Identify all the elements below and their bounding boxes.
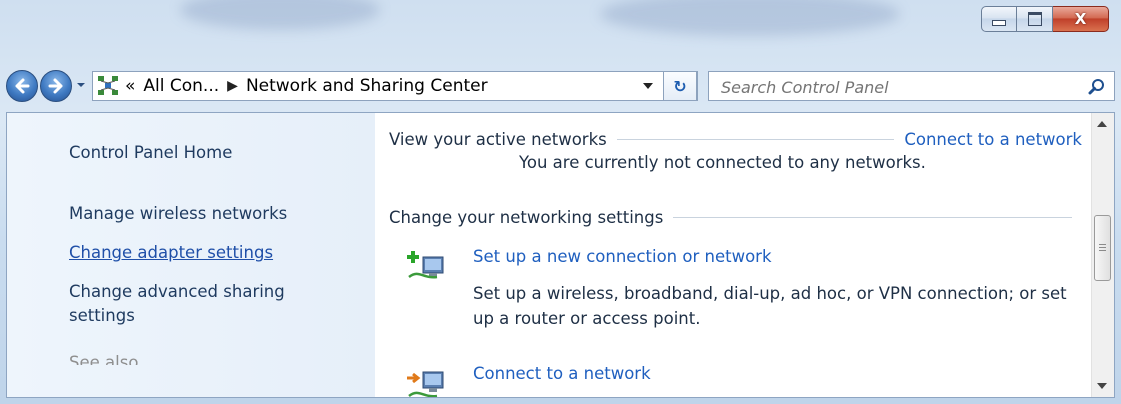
main-panel: View your active networks Connect to a n… [375, 113, 1092, 397]
breadcrumb-network-sharing-center[interactable]: Network and Sharing Center [246, 76, 488, 96]
new-connection-icon [407, 251, 444, 279]
breadcrumb-all-control-panel[interactable]: All Con... [143, 76, 219, 96]
caption-buttons: X [981, 6, 1109, 32]
networking-settings-header: Change your networking settings [389, 205, 1082, 229]
vertical-scrollbar[interactable] [1091, 113, 1114, 397]
back-button[interactable] [6, 70, 38, 102]
network-center-icon [98, 76, 118, 95]
manage-wireless-networks-link[interactable]: Manage wireless networks [69, 202, 287, 226]
address-overflow[interactable]: « [125, 76, 135, 96]
content-pane: Control Panel Home Manage wireless netwo… [6, 112, 1115, 398]
scroll-down-icon[interactable] [1097, 383, 1107, 389]
search-input[interactable] [719, 76, 1023, 98]
grip-line [1099, 247, 1106, 248]
scroll-thumb[interactable] [1094, 215, 1111, 281]
connect-network-icon [407, 371, 444, 397]
active-networks-heading: View your active networks [389, 129, 607, 149]
connect-to-network-link[interactable]: Connect to a network [904, 130, 1082, 149]
minimize-icon [992, 20, 1006, 26]
refresh-icon: ↻ [673, 76, 687, 96]
grip-line [1099, 244, 1106, 245]
close-icon: X [1074, 10, 1087, 28]
minimize-button[interactable] [981, 6, 1017, 32]
aero-background [600, 0, 900, 36]
new-connection-link[interactable]: Set up a new connection or network [473, 247, 772, 266]
grip-line [1099, 250, 1106, 251]
networking-settings-heading: Change your networking settings [389, 207, 664, 227]
forward-button[interactable] [40, 70, 72, 102]
refresh-button[interactable]: ↻ [663, 71, 697, 101]
connect-network-task-link[interactable]: Connect to a network [473, 364, 651, 383]
address-dropdown-icon[interactable] [643, 83, 653, 89]
navigation-bar: « All Con... ▶ Network and Sharing Cente… [6, 68, 1115, 104]
task-sidebar: Control Panel Home Manage wireless netwo… [7, 113, 375, 397]
forward-arrow-icon [48, 78, 63, 94]
maximize-button[interactable] [1017, 6, 1053, 32]
new-connection-description: Set up a wireless, broadband, dial-up, a… [473, 284, 1067, 328]
address-bar[interactable]: « All Con... ▶ Network and Sharing Cente… [92, 71, 698, 101]
not-connected-message: You are currently not connected to any n… [519, 153, 926, 172]
control-panel-home-link[interactable]: Control Panel Home [69, 141, 232, 165]
active-networks-header: View your active networks Connect to a n… [389, 127, 1082, 151]
back-arrow-icon [15, 78, 30, 94]
search-icon[interactable] [1088, 78, 1106, 96]
scroll-up-icon[interactable] [1097, 121, 1107, 127]
divider [673, 216, 1072, 218]
change-advanced-sharing-settings-link[interactable]: Change advanced sharing settings [69, 280, 319, 328]
change-adapter-settings-link[interactable]: Change adapter settings [69, 241, 273, 265]
aero-background [180, 0, 380, 30]
maximize-icon [1027, 12, 1042, 26]
breadcrumb-separator-icon[interactable]: ▶ [227, 78, 238, 94]
recent-pages-dropdown-icon[interactable] [76, 80, 86, 90]
divider [616, 138, 895, 140]
see-also-heading: See also [69, 353, 139, 372]
explorer-window: X « All Con... ▶ Network and Sharing Cen… [0, 0, 1121, 404]
close-button[interactable]: X [1053, 6, 1109, 32]
search-box[interactable] [708, 71, 1115, 101]
